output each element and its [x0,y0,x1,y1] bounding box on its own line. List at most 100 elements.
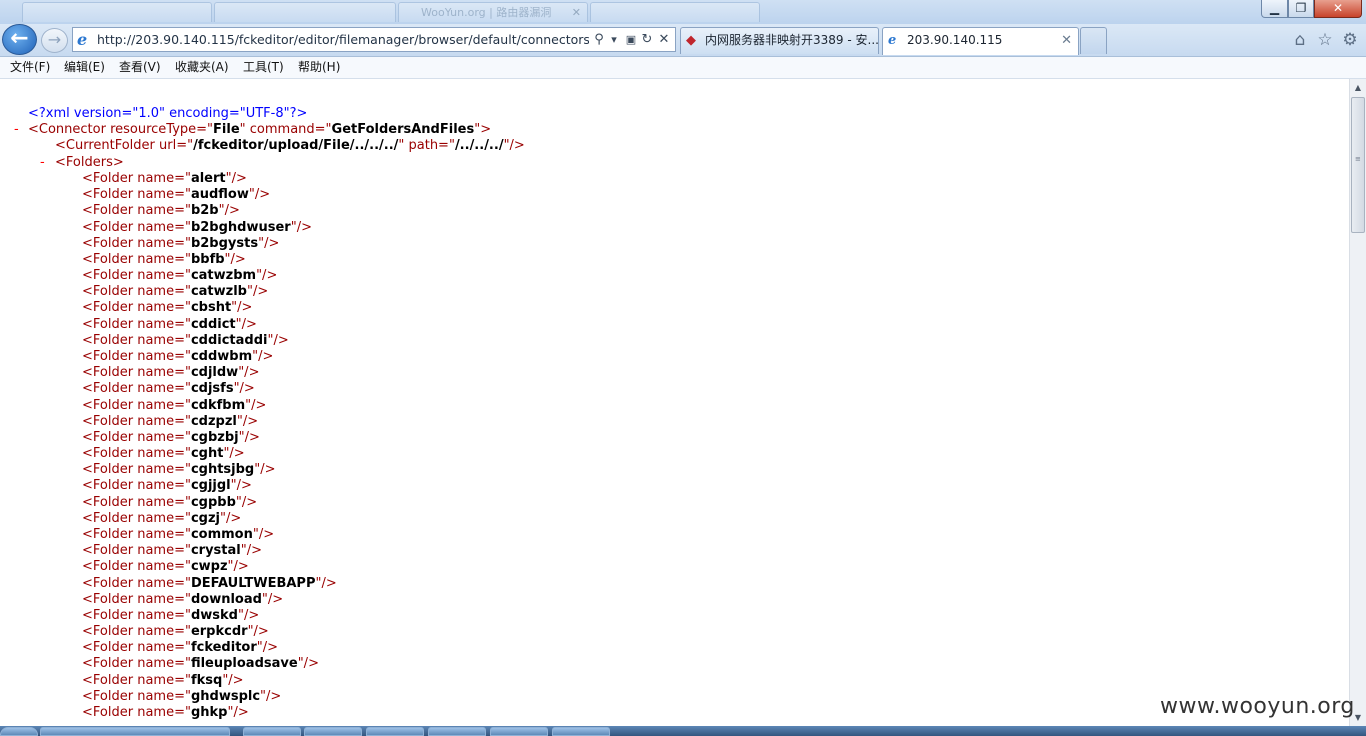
folder-name: cdkfbm [190,397,246,413]
folder-tag-close: "/> [267,332,289,348]
close-icon[interactable]: ✕ [572,3,581,22]
back-arrow-icon: ← [10,26,29,51]
folder-tag-close: "/> [315,575,337,591]
folder-entry: <Folder name="alert"/> [82,171,247,187]
home-icon[interactable]: ⌂ [1289,29,1311,51]
ie-icon: e [888,33,897,48]
menu-view[interactable]: 查看(V) [119,57,161,78]
current-folder-close: "/> [503,138,525,153]
folder-entry: <Folder name="ghdwsplc"/> [82,689,281,705]
connector-element: <Connector resourceType="File" command="… [28,122,491,138]
taskbar-button[interactable] [552,727,610,736]
taskbar-button[interactable] [428,727,486,736]
url-input[interactable]: http://203.90.140.115/fckeditor/editor/f… [97,28,589,51]
folder-name: common [190,526,253,542]
tab-current-page[interactable]: e 203.90.140.115 ✕ [882,27,1079,55]
stop-icon[interactable]: ✕ [656,28,672,51]
folder-entry: <Folder name="fckeditor"/> [82,640,278,656]
back-button[interactable]: ← [2,24,37,55]
folder-tag-open: <Folder name=" [82,397,191,413]
folder-entry: <Folder name="bbfb"/> [82,252,246,268]
folder-entry: <Folder name="cgjjgl"/> [82,478,252,494]
background-tab[interactable] [22,2,212,22]
background-tab[interactable] [590,2,760,22]
folder-tag-close: "/> [230,478,252,494]
close-window-button[interactable]: ✕ [1314,0,1362,18]
menu-tools[interactable]: 工具(T) [243,57,284,78]
folder-tag-close: "/> [222,672,244,688]
folder-name: download [190,591,262,607]
taskbar-button[interactable] [40,727,230,736]
watermark: www.wooyun.org [1160,694,1355,719]
folder-name: cgzj [190,510,220,526]
folder-tag-close: "/> [236,413,259,429]
folder-name: cgpbb [190,494,236,510]
folder-entry: <Folder name="cdzpzl"/> [82,414,258,430]
start-button[interactable] [0,727,38,736]
folder-tag-close: "/> [231,300,253,316]
folder-name: catwzlb [190,284,247,300]
background-tab[interactable]: WooYun.org | 路由器漏洞 ✕ [398,2,588,22]
taskbar-button[interactable] [304,727,362,736]
folder-name: cght [190,446,224,462]
folder-name: fileuploadsave [190,656,298,672]
menu-help[interactable]: 帮助(H) [298,57,340,78]
folder-name: cbsht [190,300,232,316]
collapse-toggle[interactable]: - [14,122,19,138]
folder-tag-close: "/> [256,268,278,284]
folder-entry: <Folder name="cbsht"/> [82,300,252,316]
command-value: GetFoldersAndFiles [331,122,475,137]
folder-entry: <Folder name="audflow"/> [82,187,270,203]
minimize-button[interactable]: ▁ [1261,0,1288,18]
forward-button[interactable]: → [41,28,68,53]
folder-name: erpkcdr [190,624,248,640]
close-tab-icon[interactable]: ✕ [1061,28,1072,53]
folder-tag-open: <Folder name=" [82,591,191,607]
menu-edit[interactable]: 编辑(E) [64,57,105,78]
menu-file[interactable]: 文件(F) [10,57,50,78]
folder-name: crystal [190,543,241,559]
folder-tag-open: <Folder name=" [82,332,191,348]
compatibility-view-icon[interactable]: ▣ [623,28,639,51]
folder-tag-close: "/> [223,446,245,462]
folder-tag-open: <Folder name=" [82,219,191,235]
favorites-star-icon[interactable]: ☆ [1314,29,1336,51]
folder-tag-open: <Folder name=" [82,316,191,332]
collapse-toggle[interactable]: - [40,155,45,171]
folder-tag-close: "/> [261,591,284,607]
ie-icon: e [77,30,88,49]
folder-tag-close: "/> [252,348,274,364]
folder-tag-close: "/> [246,284,269,300]
folder-tag-close: "/> [238,429,260,445]
folder-name: fckeditor [190,640,257,656]
taskbar-button[interactable] [490,727,548,736]
folder-entry: <Folder name="DEFAULTWEBAPP"/> [82,576,337,592]
folder-tag-close: "/> [235,316,257,332]
folder-entry: <Folder name="cddwbm"/> [82,349,273,365]
connector-close: "> [474,122,492,137]
folder-entry: <Folder name="cgpbb"/> [82,495,257,511]
search-icon[interactable]: ⚲ [591,28,607,51]
vertical-scrollbar[interactable]: ▲ ≡ ▼ [1349,79,1366,726]
taskbar-button[interactable] [366,727,424,736]
folder-tag-open: <Folder name=" [82,494,191,510]
address-bar[interactable]: e http://203.90.140.115/fckeditor/editor… [72,27,676,52]
folder-tag-open: <Folder name=" [82,413,191,429]
taskbar-button[interactable] [243,727,301,736]
menu-favorites[interactable]: 收藏夹(A) [175,57,229,78]
scroll-up-arrow-icon[interactable]: ▲ [1350,79,1366,96]
maximize-button[interactable]: ❐ [1288,0,1314,18]
folder-entry: <Folder name="cddictaddi"/> [82,333,289,349]
folder-entry: <Folder name="b2bghdwuser"/> [82,220,312,236]
refresh-icon[interactable]: ↻ [639,28,655,51]
tab-security-article[interactable]: ◆ 内网服务器非映射开3389 - 安... [680,27,879,54]
tools-gear-icon[interactable]: ⚙ [1339,29,1361,51]
background-tab[interactable] [214,2,396,22]
folder-tag-open: <Folder name=" [82,575,191,591]
dropdown-icon[interactable]: ▾ [608,28,620,51]
folder-entry: <Folder name="erpkcdr"/> [82,624,269,640]
scroll-thumb[interactable]: ≡ [1351,97,1365,233]
connector-mid: " command=" [239,122,332,137]
new-tab-button[interactable] [1080,27,1107,54]
folder-name: cdjsfs [190,381,234,397]
